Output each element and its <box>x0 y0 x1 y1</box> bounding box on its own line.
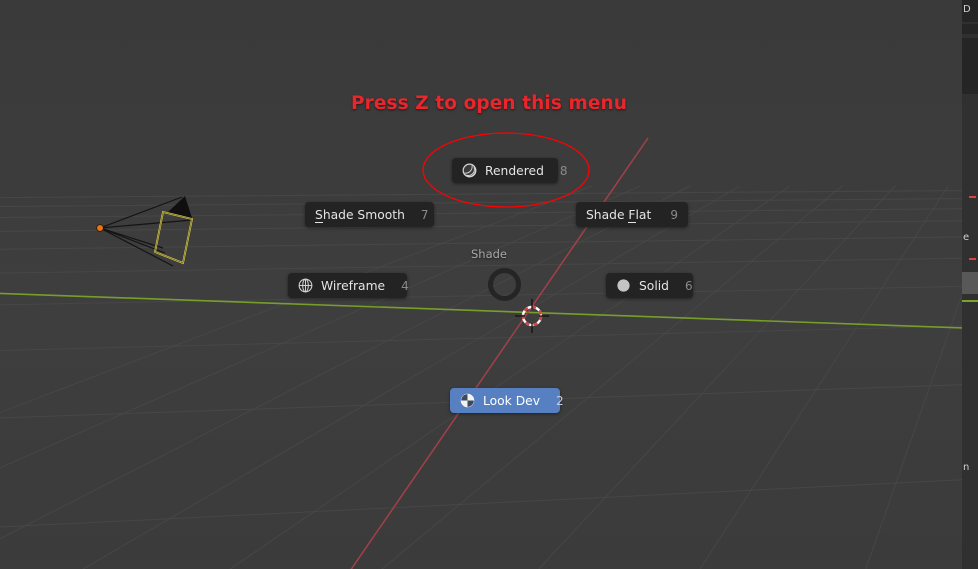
wireframe-globe-icon <box>298 278 313 293</box>
solid-sphere-icon <box>617 279 630 292</box>
pie-item-solid[interactable]: Solid 6 <box>606 273 693 298</box>
pie-item-look-dev[interactable]: Look Dev 2 <box>450 388 564 413</box>
pie-item-shade-flat[interactable]: Shade Flat 9 <box>576 202 688 227</box>
pie-item-label: Rendered <box>485 163 544 178</box>
instruction-text: Press Z to open this menu <box>350 93 628 114</box>
pie-item-wireframe[interactable]: Wireframe 4 <box>288 273 409 298</box>
pie-item-shortcut: 6 <box>684 278 693 293</box>
pie-item-shortcut: 7 <box>420 207 429 222</box>
sidebar-text-fragment: D <box>963 4 971 15</box>
pie-item-label: Look Dev <box>483 393 541 408</box>
pie-item-shade-smooth[interactable]: Shade Smooth 7 <box>305 202 434 227</box>
sidebar-text-fragment: e <box>963 232 970 243</box>
pie-item-shortcut: 9 <box>670 207 678 222</box>
lookdev-sphere-icon <box>460 393 475 408</box>
blender-window: Press Z to open this menu Shade Rendered… <box>0 0 978 569</box>
rendered-sphere-icon <box>462 163 477 178</box>
pie-item-label: Shade Flat <box>586 207 652 223</box>
pie-center-label: Shade <box>470 247 507 261</box>
sidebar-marker <box>969 258 976 260</box>
sidebar-text-fragment: n <box>963 462 970 473</box>
pie-item-shortcut: 8 <box>559 163 568 178</box>
pie-item-shortcut: 4 <box>401 278 409 293</box>
pie-item-label: Shade Smooth <box>315 207 405 223</box>
pie-center-ring <box>488 268 521 301</box>
viewport-shading-pie-menu[interactable]: Press Z to open this menu Shade Rendered… <box>0 0 978 569</box>
pie-item-label: Solid <box>639 278 669 293</box>
pie-item-label: Wireframe <box>321 278 386 293</box>
sidebar-sliver[interactable]: D e n <box>962 0 978 569</box>
sidebar-marker <box>969 196 976 198</box>
pie-item-shortcut: 2 <box>556 393 564 408</box>
pie-item-rendered[interactable]: Rendered 8 <box>452 158 568 183</box>
